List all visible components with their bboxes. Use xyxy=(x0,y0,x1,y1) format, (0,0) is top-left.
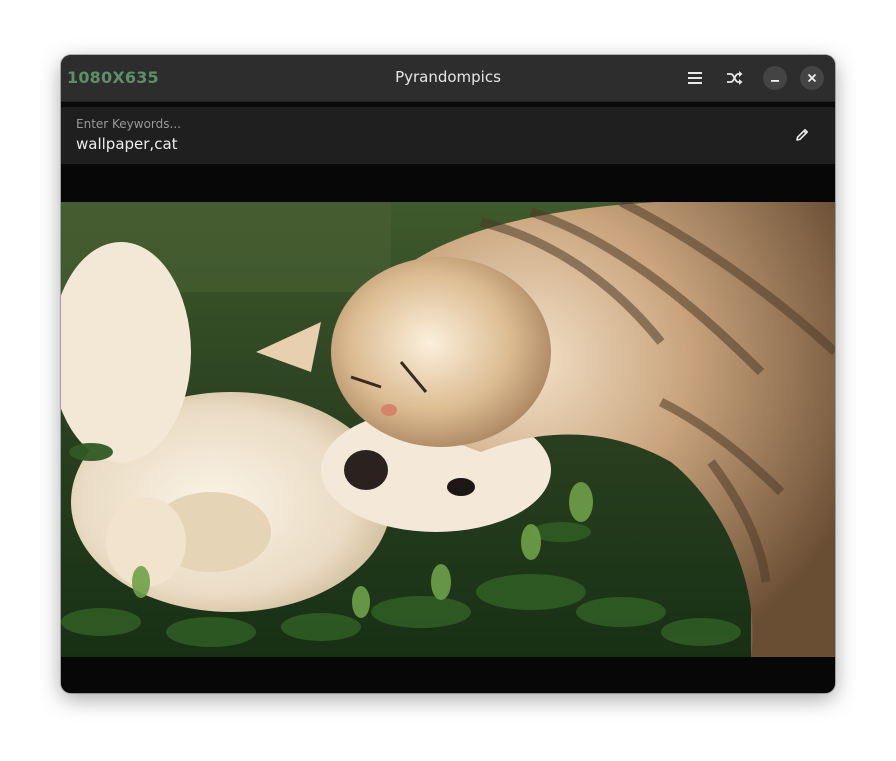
search-placeholder: Enter Keywords... xyxy=(76,117,181,131)
close-button[interactable] xyxy=(800,66,824,90)
hamburger-menu-icon xyxy=(688,72,702,84)
minimize-button[interactable] xyxy=(763,66,787,90)
keyword-entry[interactable]: Enter Keywords... wallpaper,cat xyxy=(61,107,835,164)
minimize-icon xyxy=(771,80,779,82)
app-window: 1080X635 Pyrandompics Enter Keywords... … xyxy=(61,55,835,693)
window-title: Pyrandompics xyxy=(395,68,501,86)
close-icon xyxy=(807,73,817,83)
menu-button[interactable] xyxy=(683,66,707,90)
header-bar: 1080X635 Pyrandompics xyxy=(61,55,835,102)
shuffle-button[interactable] xyxy=(723,66,747,90)
shuffle-icon xyxy=(727,71,743,85)
image-viewer xyxy=(61,166,835,693)
edit-button[interactable] xyxy=(791,124,813,146)
pencil-icon xyxy=(796,129,808,141)
search-input[interactable]: wallpaper,cat xyxy=(76,135,178,153)
wallpaper-image xyxy=(61,202,835,657)
